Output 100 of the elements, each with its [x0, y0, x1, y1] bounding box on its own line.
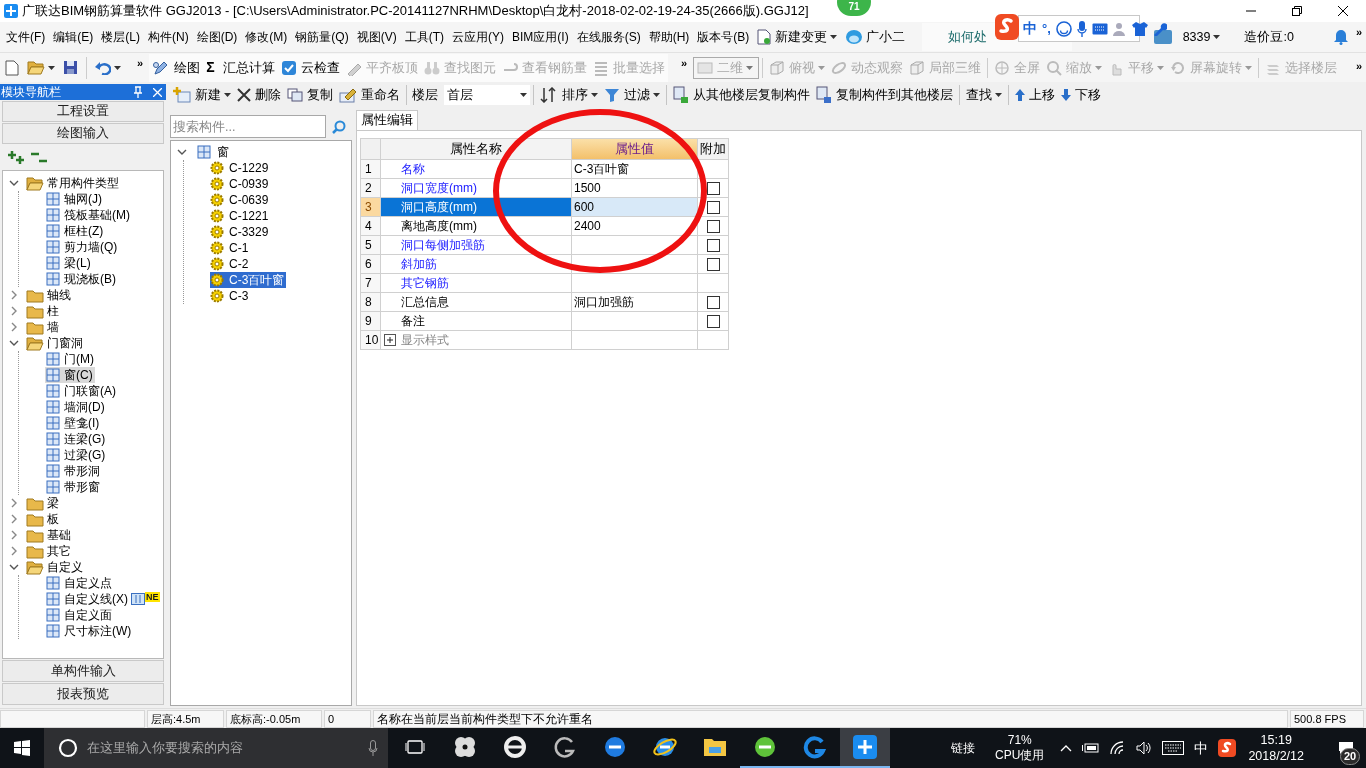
punctuation-mode[interactable]: °, [1042, 18, 1051, 39]
ime-logo-icon[interactable] [1218, 739, 1237, 757]
property-name-cell[interactable]: 显示样式 [381, 331, 572, 350]
tree-item[interactable]: C-1221 [229, 207, 269, 225]
ime-mode[interactable]: 中 [1023, 18, 1037, 39]
chevron-icon[interactable] [9, 322, 19, 332]
save-icon[interactable] [63, 60, 78, 75]
module-button[interactable]: 绘图输入 [2, 123, 164, 144]
column-header[interactable]: 附加 [698, 139, 729, 160]
menu-item[interactable]: 修改(M) [241, 25, 292, 49]
toolbar-button[interactable]: 云检查 [277, 55, 343, 80]
column-header[interactable]: 属性值 [572, 139, 698, 160]
checkbox[interactable] [706, 257, 720, 271]
menu-item[interactable]: 工具(T) [400, 25, 448, 49]
tree-item[interactable]: 自定义 [46, 558, 84, 576]
toolbar-button[interactable]: 上移 [1012, 84, 1058, 106]
document-icon[interactable] [5, 59, 19, 76]
menu-item[interactable]: 版本号(B) [693, 25, 754, 49]
tree-item[interactable]: 框柱(Z) [64, 222, 106, 240]
menu-item[interactable]: 在线服务(S) [572, 25, 645, 49]
tree-item[interactable]: 轴网(J) [64, 190, 104, 208]
property-value-cell[interactable]: 2400 [572, 217, 698, 236]
overflow-button[interactable]: » [1355, 24, 1362, 41]
tree-item[interactable]: 带形洞 [64, 462, 102, 480]
tree-item[interactable]: 门联窗(A) [64, 382, 118, 400]
bell-icon[interactable] [1333, 29, 1348, 45]
toolbar-button[interactable]: 从其他楼层复制构件 [670, 84, 813, 106]
tree-item[interactable]: C-2 [229, 255, 249, 273]
toolbar-button[interactable]: Σ 汇总计算 [203, 55, 278, 80]
checkbox[interactable] [706, 219, 720, 233]
property-value-cell[interactable] [572, 236, 698, 255]
menu-item[interactable]: 文件(F) [2, 25, 50, 49]
property-name-cell[interactable]: 名称 [381, 160, 572, 179]
module-button[interactable]: 单构件输入 [2, 660, 164, 682]
keyboard-icon[interactable] [1162, 741, 1185, 755]
overflow-button[interactable]: » [680, 55, 687, 72]
chevron-icon[interactable] [9, 338, 19, 348]
tree-item[interactable]: 常用构件类型 [46, 174, 120, 192]
undo-icon[interactable] [95, 60, 111, 75]
tree-item[interactable]: 基础 [46, 526, 72, 544]
close-icon[interactable] [153, 87, 162, 97]
tree-item[interactable]: 梁(L) [64, 254, 93, 272]
assistant-button[interactable]: 广小二 [842, 25, 909, 49]
tree-item[interactable]: 窗 [216, 143, 230, 161]
property-value-cell[interactable] [572, 255, 698, 274]
toolbar-button[interactable]: 复制 [284, 84, 336, 106]
checkbox[interactable] [706, 200, 720, 214]
tree-item[interactable]: 尺寸标注(W) [64, 622, 134, 640]
chevron-icon[interactable] [9, 178, 19, 188]
overflow-button[interactable]: » [137, 55, 144, 72]
property-name-cell[interactable]: 斜加筋 [381, 255, 572, 274]
property-value-cell[interactable] [572, 274, 698, 293]
toolbar-button[interactable]: 新建 [170, 84, 234, 106]
taskbar-search-field[interactable]: 在这里输入你要搜索的内容 [44, 728, 388, 768]
menu-item[interactable]: 云应用(Y) [448, 25, 508, 49]
checkbox[interactable] [706, 314, 720, 328]
chevron-up-icon[interactable] [1060, 744, 1073, 752]
property-name-cell[interactable]: 汇总信息 [381, 293, 572, 312]
open-folder-icon[interactable] [27, 60, 45, 75]
property-value-cell[interactable]: 洞口加强筋 [572, 293, 698, 312]
menu-item[interactable]: 楼层(L) [97, 25, 144, 49]
property-value-cell[interactable]: 600 [572, 198, 698, 217]
tree-item[interactable]: 自定义面 [64, 606, 114, 624]
module-button[interactable]: 报表预览 [2, 683, 164, 705]
chevron-icon[interactable] [9, 546, 19, 556]
property-name-cell[interactable]: 备注 [381, 312, 572, 331]
toolbar-button[interactable]: 绘图 [149, 55, 204, 80]
chevron-icon[interactable] [9, 306, 19, 316]
menu-item[interactable]: 钢筋量(Q) [291, 25, 353, 49]
property-name-cell[interactable]: 洞口每侧加强筋 [381, 236, 572, 255]
tree-item[interactable]: 门(M) [64, 350, 96, 368]
chevron-icon[interactable] [9, 562, 19, 572]
account-button[interactable]: 8339 [1182, 25, 1221, 49]
menu-item[interactable]: 构件(N) [144, 25, 193, 49]
input-method-indicator[interactable]: 中 [1194, 737, 1209, 759]
property-value-cell[interactable] [572, 312, 698, 331]
tree-item[interactable]: 筏板基础(M) [64, 206, 132, 224]
tree-item[interactable]: 墙 [46, 318, 60, 336]
wrench-icon[interactable] [1152, 21, 1167, 36]
tree-item[interactable]: C-0639 [229, 191, 269, 209]
new-change-button[interactable]: 新建变更 [753, 25, 841, 49]
overflow-button[interactable]: » [1355, 58, 1362, 75]
toolbar-button[interactable]: 排序 [537, 84, 601, 106]
microphone-icon[interactable] [1076, 20, 1087, 37]
chevron-icon[interactable] [9, 498, 19, 508]
tree-item[interactable]: 梁 [46, 494, 60, 512]
tree-item[interactable]: 其它 [46, 542, 72, 560]
toolbar-button[interactable]: 删除 [234, 84, 284, 106]
tree-item[interactable]: C-1229 [229, 159, 269, 177]
expand-icon[interactable] [384, 334, 396, 346]
toolbar-button[interactable]: 下移 [1058, 84, 1104, 106]
property-name-cell[interactable]: 其它钢筋 [381, 274, 572, 293]
avatar-icon[interactable] [1152, 29, 1173, 45]
taskbar-app[interactable] [840, 728, 890, 768]
microphone-icon[interactable] [368, 740, 378, 756]
chevron-icon[interactable] [177, 147, 187, 157]
tree-item[interactable]: 墙洞(D) [64, 398, 107, 416]
tree-item[interactable]: 柱 [46, 302, 60, 320]
tree-item[interactable]: C-3 [229, 287, 249, 305]
property-value-cell[interactable]: C-3百叶窗 [572, 160, 698, 179]
